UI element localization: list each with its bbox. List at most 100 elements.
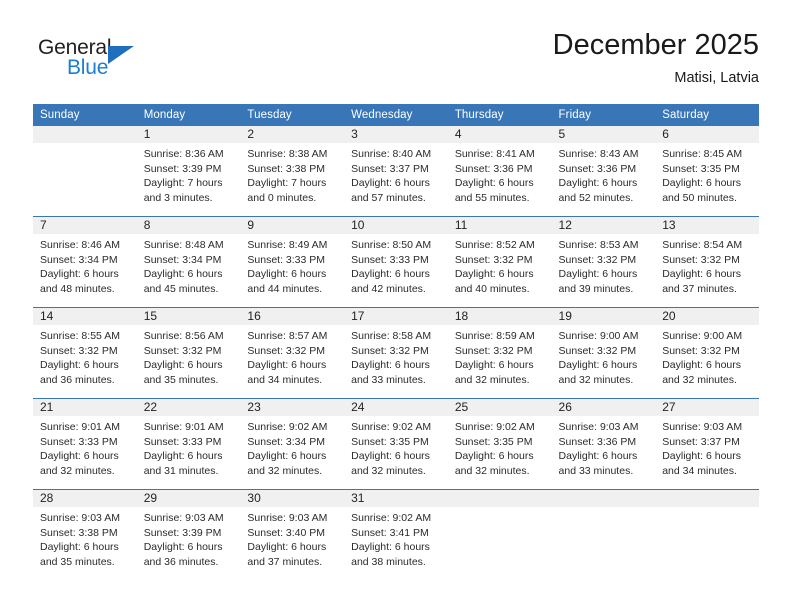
sunset-text: Sunset: 3:34 PM	[143, 253, 222, 266]
day-number: 23	[240, 399, 345, 416]
weekday-header-saturday: Saturday	[655, 104, 759, 126]
day-number: 31	[344, 490, 448, 507]
day-number: 1	[136, 126, 241, 143]
day-cell[interactable]: 6 Sunrise: 8:45 AM Sunset: 3:35 PM Daylight…	[655, 126, 759, 217]
day-cell-empty	[447, 489, 552, 580]
sunset-text: Sunset: 3:40 PM	[247, 526, 326, 539]
daylight-text-line1: Daylight: 6 hours	[247, 268, 327, 280]
weekday-header-friday: Friday	[551, 104, 656, 126]
day-details: Sunrise: 9:03 AM Sunset: 3:39 PM Daylight:…	[137, 507, 241, 569]
day-details: Sunrise: 8:46 AM Sunset: 3:34 PM Daylight:…	[33, 234, 137, 296]
sunset-text: Sunset: 3:34 PM	[40, 253, 118, 266]
daylight-text-line2: and 45 minutes.	[143, 282, 219, 295]
daylight-text-line2: and 55 minutes.	[454, 191, 530, 204]
day-details: Sunrise: 9:02 AM Sunset: 3:35 PM Daylight:…	[448, 416, 552, 478]
sunset-text: Sunset: 3:32 PM	[247, 344, 326, 357]
day-number: 13	[655, 217, 759, 234]
sunset-text: Sunset: 3:32 PM	[558, 344, 637, 357]
day-cell[interactable]: 27 Sunrise: 9:03 AM Sunset: 3:37 PM Dayligh…	[655, 398, 759, 490]
calendar-table: Sunday Monday Tuesday Wednesday Thursday…	[33, 104, 759, 580]
day-number: 25	[447, 399, 552, 416]
sunrise-text: Sunrise: 8:59 AM	[454, 330, 535, 342]
day-cell[interactable]: 22 Sunrise: 9:01 AM Sunset: 3:33 PM Dayligh…	[136, 398, 241, 490]
sunset-text: Sunset: 3:33 PM	[40, 435, 118, 448]
day-number: 8	[136, 217, 241, 234]
title-block: December 2025 Matisi, Latvia	[553, 28, 759, 88]
day-details: Sunrise: 8:55 AM Sunset: 3:32 PM Daylight:…	[33, 325, 137, 387]
daylight-text-line2: and 52 minutes.	[558, 191, 634, 204]
sunset-text: Sunset: 3:38 PM	[247, 162, 326, 175]
day-details: Sunrise: 8:58 AM Sunset: 3:32 PM Daylight:…	[344, 325, 448, 387]
day-cell[interactable]: 10 Sunrise: 8:50 AM Sunset: 3:33 PM Dayligh…	[344, 216, 448, 308]
day-cell[interactable]: 29 Sunrise: 9:03 AM Sunset: 3:39 PM Dayligh…	[136, 489, 241, 580]
day-cell[interactable]: 25 Sunrise: 9:02 AM Sunset: 3:35 PM Dayligh…	[447, 398, 552, 490]
day-details	[448, 507, 552, 511]
sunrise-text: Sunrise: 9:01 AM	[143, 421, 224, 433]
day-cell[interactable]: 13 Sunrise: 8:54 AM Sunset: 3:32 PM Dayligh…	[655, 216, 759, 308]
day-cell[interactable]: 31 Sunrise: 9:02 AM Sunset: 3:41 PM Dayligh…	[344, 489, 448, 580]
daylight-text-line2: and 32 minutes.	[454, 373, 530, 386]
daylight-text-line2: and 35 minutes.	[40, 555, 115, 568]
day-details: Sunrise: 9:01 AM Sunset: 3:33 PM Daylight:…	[33, 416, 137, 478]
day-number: 7	[33, 217, 137, 234]
daylight-text-line2: and 36 minutes.	[143, 555, 219, 568]
day-cell[interactable]: 4 Sunrise: 8:41 AM Sunset: 3:36 PM Daylight…	[447, 126, 552, 217]
brand-logo[interactable]: General Blue	[38, 36, 218, 88]
daylight-text-line2: and 44 minutes.	[247, 282, 323, 295]
sunrise-text: Sunrise: 8:50 AM	[351, 239, 432, 251]
day-number: 12	[551, 217, 656, 234]
daylight-text-line1: Daylight: 6 hours	[143, 268, 223, 280]
sunset-text: Sunset: 3:37 PM	[351, 162, 429, 175]
day-cell[interactable]: 26 Sunrise: 9:03 AM Sunset: 3:36 PM Dayligh…	[551, 398, 656, 490]
day-details: Sunrise: 9:02 AM Sunset: 3:41 PM Daylight:…	[344, 507, 448, 569]
day-details: Sunrise: 9:03 AM Sunset: 3:40 PM Daylight:…	[240, 507, 344, 569]
day-cell[interactable]: 7 Sunrise: 8:46 AM Sunset: 3:34 PM Daylight…	[33, 216, 137, 308]
day-details: Sunrise: 8:41 AM Sunset: 3:36 PM Daylight:…	[448, 143, 552, 205]
day-cell[interactable]: 20 Sunrise: 9:00 AM Sunset: 3:32 PM Dayligh…	[655, 307, 759, 399]
day-cell[interactable]: 1 Sunrise: 8:36 AM Sunset: 3:39 PM Daylight…	[136, 126, 241, 217]
day-details: Sunrise: 9:03 AM Sunset: 3:36 PM Daylight:…	[552, 416, 656, 478]
day-cell[interactable]: 24 Sunrise: 9:02 AM Sunset: 3:35 PM Dayligh…	[344, 398, 448, 490]
daylight-text-line2: and 32 minutes.	[454, 464, 530, 477]
day-cell[interactable]: 12 Sunrise: 8:53 AM Sunset: 3:32 PM Dayligh…	[551, 216, 656, 308]
sunrise-text: Sunrise: 9:02 AM	[247, 421, 328, 433]
calendar-body: 1 Sunrise: 8:36 AM Sunset: 3:39 PM Daylight…	[33, 126, 759, 580]
day-details: Sunrise: 8:57 AM Sunset: 3:32 PM Daylight:…	[240, 325, 344, 387]
daylight-text-line2: and 34 minutes.	[247, 373, 323, 386]
day-details: Sunrise: 8:52 AM Sunset: 3:32 PM Daylight:…	[448, 234, 552, 296]
day-cell[interactable]: 5 Sunrise: 8:43 AM Sunset: 3:36 PM Daylight…	[551, 126, 656, 217]
day-cell[interactable]: 15 Sunrise: 8:56 AM Sunset: 3:32 PM Dayligh…	[136, 307, 241, 399]
daylight-text-line1: Daylight: 6 hours	[558, 359, 638, 371]
day-cell[interactable]: 9 Sunrise: 8:49 AM Sunset: 3:33 PM Daylight…	[240, 216, 345, 308]
daylight-text-line2: and 35 minutes.	[143, 373, 219, 386]
calendar-page: General Blue December 2025 Matisi, Latvi…	[0, 0, 792, 612]
day-cell-empty	[551, 489, 656, 580]
sunset-text: Sunset: 3:33 PM	[351, 253, 429, 266]
sunrise-text: Sunrise: 9:03 AM	[558, 421, 639, 433]
sunset-text: Sunset: 3:32 PM	[454, 253, 533, 266]
day-cell[interactable]: 21 Sunrise: 9:01 AM Sunset: 3:33 PM Dayligh…	[33, 398, 137, 490]
day-details: Sunrise: 9:00 AM Sunset: 3:32 PM Daylight:…	[552, 325, 656, 387]
day-details	[655, 507, 759, 511]
daylight-text-line2: and 39 minutes.	[558, 282, 634, 295]
day-cell[interactable]: 23 Sunrise: 9:02 AM Sunset: 3:34 PM Dayligh…	[240, 398, 345, 490]
day-cell[interactable]: 17 Sunrise: 8:58 AM Sunset: 3:32 PM Dayligh…	[344, 307, 448, 399]
day-cell[interactable]: 14 Sunrise: 8:55 AM Sunset: 3:32 PM Dayligh…	[33, 307, 137, 399]
day-details: Sunrise: 8:43 AM Sunset: 3:36 PM Daylight:…	[552, 143, 656, 205]
day-cell[interactable]: 3 Sunrise: 8:40 AM Sunset: 3:37 PM Daylight…	[344, 126, 448, 217]
sunrise-text: Sunrise: 8:40 AM	[351, 148, 432, 160]
day-number: 11	[447, 217, 552, 234]
day-cell[interactable]: 11 Sunrise: 8:52 AM Sunset: 3:32 PM Dayligh…	[447, 216, 552, 308]
page-subtitle: Matisi, Latvia	[674, 70, 759, 86]
day-cell[interactable]: 19 Sunrise: 9:00 AM Sunset: 3:32 PM Dayligh…	[551, 307, 656, 399]
day-cell[interactable]: 2 Sunrise: 8:38 AM Sunset: 3:38 PM Daylight…	[240, 126, 345, 217]
day-cell[interactable]: 18 Sunrise: 8:59 AM Sunset: 3:32 PM Dayligh…	[447, 307, 552, 399]
day-cell[interactable]: 16 Sunrise: 8:57 AM Sunset: 3:32 PM Dayligh…	[240, 307, 345, 399]
day-number: 28	[33, 490, 137, 507]
day-cell[interactable]: 30 Sunrise: 9:03 AM Sunset: 3:40 PM Dayligh…	[240, 489, 345, 580]
day-cell[interactable]: 28 Sunrise: 9:03 AM Sunset: 3:38 PM Dayligh…	[33, 489, 137, 580]
daylight-text-line2: and 32 minutes.	[662, 373, 737, 386]
weekday-header-monday: Monday	[136, 104, 241, 126]
day-cell[interactable]: 8 Sunrise: 8:48 AM Sunset: 3:34 PM Daylight…	[136, 216, 241, 308]
day-number: 29	[136, 490, 241, 507]
